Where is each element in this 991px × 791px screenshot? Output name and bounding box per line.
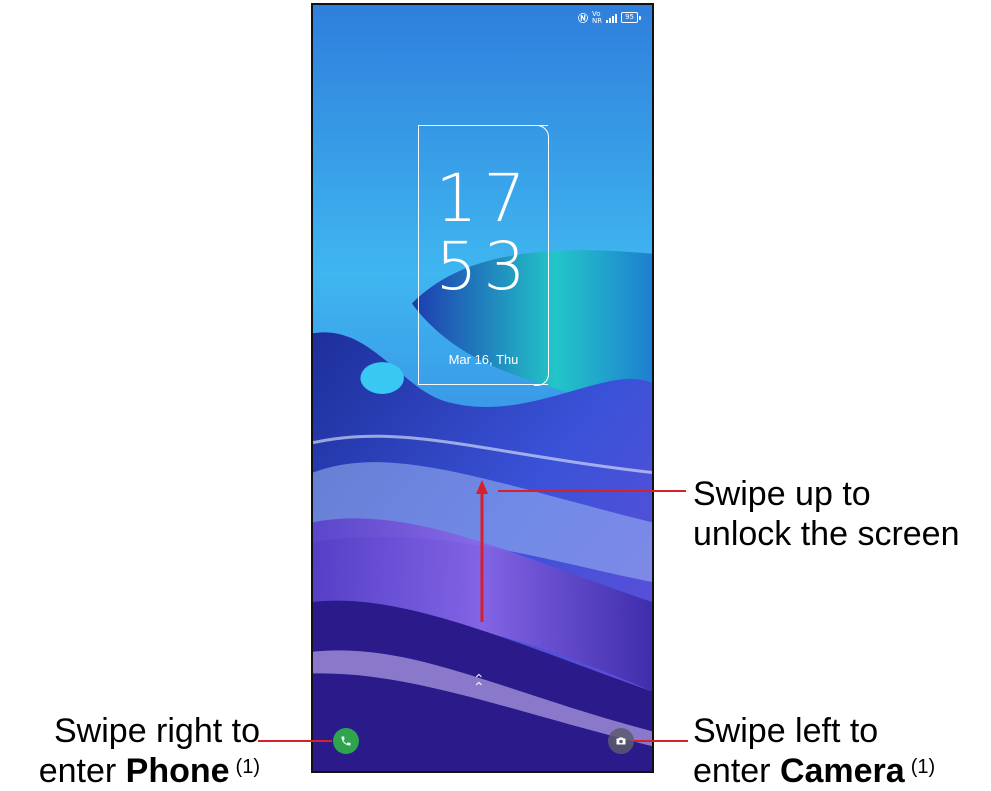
camera-annotation: Swipe left to enter Camera (1): [693, 712, 936, 790]
swipe-up-arrow-head: [476, 480, 488, 494]
phone-annotation: Swipe right to enter Phone (1): [38, 712, 260, 790]
unlock-annotation: Swipe up to unlock the screen: [693, 475, 960, 553]
annotation-lines: [258, 480, 688, 742]
